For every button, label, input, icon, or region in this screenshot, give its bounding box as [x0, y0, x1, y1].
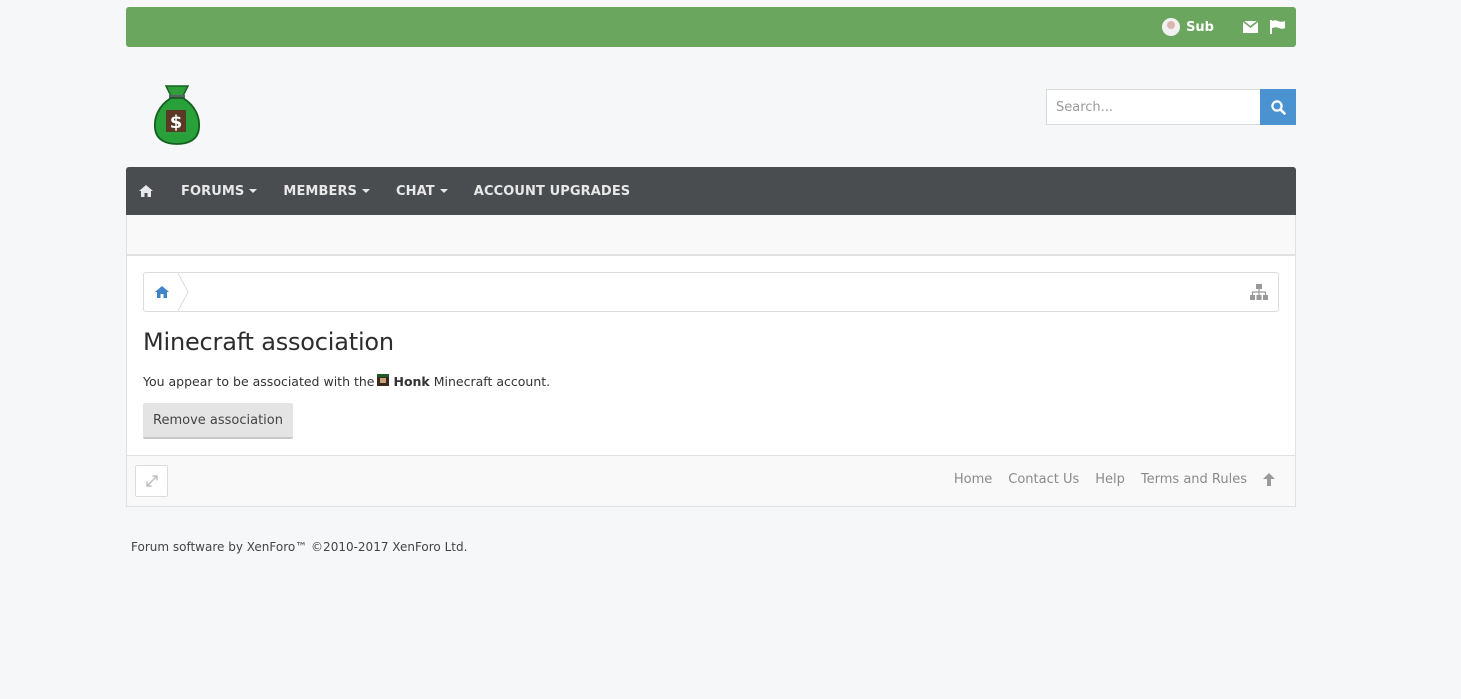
search-button[interactable] — [1260, 89, 1296, 125]
envelope-icon[interactable] — [1241, 18, 1259, 36]
user-bar: Sub — [126, 7, 1296, 47]
avatar — [1162, 18, 1181, 36]
arrow-up-icon[interactable] — [1263, 473, 1275, 486]
sitemap-icon[interactable] — [1250, 283, 1268, 301]
breadcrumb — [143, 272, 1279, 312]
sub-nav — [126, 215, 1296, 255]
page-title: Minecraft association — [143, 328, 394, 356]
nav-chat[interactable]: CHAT — [396, 184, 448, 199]
footer-bar: Home Contact Us Help Terms and Rules — [126, 456, 1296, 507]
site-logo[interactable]: $ — [152, 82, 202, 146]
association-description: You appear to be associated with the Hon… — [143, 373, 551, 389]
minecraft-head-icon — [377, 373, 390, 386]
chevron-down-icon — [362, 189, 371, 193]
breadcrumb-home-icon[interactable] — [144, 273, 180, 311]
chevron-down-icon — [249, 189, 258, 193]
main-content: Minecraft association You appear to be a… — [126, 255, 1296, 456]
footer-link-contact[interactable]: Contact Us — [1008, 472, 1079, 487]
user-menu[interactable]: Sub — [1162, 18, 1214, 36]
nav-account-upgrades[interactable]: ACCOUNT UPGRADES — [474, 184, 630, 199]
copyright-text: Forum software by XenForo™ ©2010-2017 Xe… — [131, 540, 468, 554]
expand-width-icon[interactable] — [135, 465, 168, 497]
footer-link-home[interactable]: Home — [954, 472, 992, 487]
chevron-down-icon — [439, 189, 448, 193]
search-box — [1046, 89, 1296, 125]
home-icon[interactable] — [137, 182, 155, 200]
footer-link-help[interactable]: Help — [1095, 472, 1125, 487]
svg-text:$: $ — [170, 112, 183, 133]
search-icon — [1270, 99, 1286, 115]
breadcrumb-separator — [178, 273, 189, 311]
flag-icon[interactable] — [1268, 18, 1286, 36]
footer-links: Home Contact Us Help Terms and Rules — [938, 472, 1275, 487]
minecraft-account-name: Honk — [393, 374, 430, 389]
username: Sub — [1186, 19, 1214, 35]
remove-association-button[interactable]: Remove association — [143, 403, 293, 439]
nav-forums[interactable]: FORUMS — [181, 184, 258, 199]
main-nav: FORUMS MEMBERS CHAT ACCOUNT UPGRADES — [126, 167, 1296, 215]
search-input[interactable] — [1046, 89, 1260, 125]
footer-link-terms[interactable]: Terms and Rules — [1141, 472, 1247, 487]
nav-members[interactable]: MEMBERS — [283, 184, 371, 199]
